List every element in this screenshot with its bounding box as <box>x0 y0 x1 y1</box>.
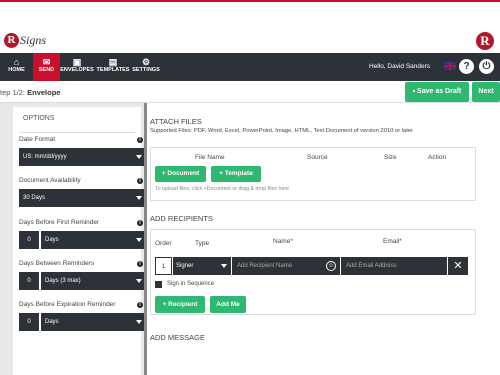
expiration-reminder-label: Days Before Expiration Reminder <box>19 301 116 308</box>
expiration-reminder-unit: Days <box>45 319 59 325</box>
recipient-name-input[interactable]: Add Recipient Name ☺ <box>232 257 340 275</box>
between-reminders-unit: Days (3 max) <box>45 278 81 284</box>
next-button[interactable]: Next <box>472 82 500 102</box>
col-name: Name* <box>273 238 293 245</box>
chevron-down-icon <box>136 238 142 242</box>
type-value: Signer <box>176 263 194 269</box>
col-order: Order <box>155 240 172 247</box>
nav-envelopes[interactable]: ▣ ENVELOPES <box>60 53 94 81</box>
supported-files-text: Supported Files: PDF, Word, Excel, Power… <box>150 128 414 134</box>
doc-availability-label: Document Availability <box>19 177 81 184</box>
chevron-down-icon <box>136 279 142 283</box>
col-size: Size <box>384 154 397 161</box>
logo-text: Signs <box>20 33 47 47</box>
first-reminder-unit: Days <box>45 237 59 243</box>
save-draft-button[interactable]: ▪ Save as Draft <box>405 82 469 102</box>
date-format-select[interactable]: US: mm/dd/yyyy <box>19 148 146 166</box>
order-field[interactable]: 1 <box>155 257 172 275</box>
logo-mark: R <box>4 33 19 48</box>
nav-home-label: HOME <box>8 67 25 73</box>
expiration-reminder-number[interactable]: 0 <box>19 313 39 331</box>
envelopes-icon: ▣ <box>72 57 82 67</box>
main-navbar: ⌂ HOME ✉ SEND ▣ ENVELOPES ▤ TEMPLATES ⚙ … <box>0 53 500 81</box>
required-mark: * <box>399 238 402 245</box>
required-mark: * <box>290 238 293 245</box>
step-header: tep 1/2: Envelope ▪ Save as Draft Next <box>0 81 500 103</box>
add-message-title: ADD MESSAGE <box>150 333 206 342</box>
col-name-label: Name <box>273 238 291 245</box>
recipient-email-placeholder: Add Email Address <box>346 263 397 269</box>
chevron-down-icon <box>136 155 142 159</box>
recipient-name-placeholder: Add Recipient Name <box>237 263 293 269</box>
info-icon[interactable]: i <box>137 137 143 143</box>
col-email-label: Email <box>383 238 400 245</box>
power-icon[interactable]: ⏻ <box>479 59 494 74</box>
first-reminder-label: Days Before First Reminder <box>19 219 100 226</box>
options-divider <box>19 132 135 133</box>
recipient-email-input[interactable]: Add Email Address <box>341 257 447 275</box>
nav-templates[interactable]: ▤ TEMPLATES <box>96 53 130 81</box>
nav-settings-label: SETTINGS <box>132 67 160 73</box>
gear-icon: ⚙ <box>141 57 151 67</box>
upload-hint: To upload files, click +Document or drag… <box>155 186 290 192</box>
col-source: Source <box>307 154 328 161</box>
col-email: Email* <box>383 238 402 245</box>
main-content: ATTACH FILES Supported Files: PDF, Word,… <box>147 103 500 375</box>
between-reminders-unit-select[interactable]: Days (3 max) <box>41 272 146 290</box>
add-me-button[interactable]: Add Me <box>210 296 246 313</box>
add-recipients-title: ADD RECIPIENTS <box>150 214 213 223</box>
col-type: Type <box>195 240 210 247</box>
col-action: Action <box>428 154 447 161</box>
envelope-icon: ✉ <box>42 57 51 67</box>
first-reminder-unit-select[interactable]: Days <box>41 231 146 249</box>
company-logo: R <box>476 32 494 50</box>
brand-bar: R Signs R <box>0 2 500 53</box>
options-panel: OPTIONS Date Format i US: mm/dd/yyyy Doc… <box>13 107 146 375</box>
nav-home[interactable]: ⌂ HOME <box>0 53 33 81</box>
sign-in-sequence-label: Sign in Sequence <box>167 281 215 287</box>
home-icon: ⌂ <box>13 57 20 67</box>
step-name: Envelope <box>27 88 61 97</box>
chevron-down-icon <box>136 196 142 200</box>
add-recipient-button[interactable]: + Recipient <box>155 296 205 313</box>
info-icon[interactable]: i <box>137 178 143 184</box>
attach-files-title: ATTACH FILES <box>150 117 202 126</box>
step-title: tep 1/2: Envelope <box>0 88 60 97</box>
nav-send-label: SEND <box>38 67 55 73</box>
add-template-button[interactable]: + Template <box>211 166 261 182</box>
chevron-down-icon <box>136 320 142 324</box>
info-icon[interactable]: i <box>137 261 143 267</box>
help-icon[interactable]: ? <box>459 59 474 74</box>
step-prefix: tep 1/2: <box>0 88 28 97</box>
contact-icon[interactable]: ☺ <box>326 261 336 271</box>
recipients-card: Order Type Name* Email* 1 Signer Add Rec… <box>150 229 476 315</box>
between-reminders-label: Days Between Reminders <box>19 260 95 267</box>
uk-flag-icon[interactable] <box>444 62 456 70</box>
info-icon[interactable]: i <box>137 220 143 226</box>
add-document-button[interactable]: + Document <box>155 166 206 182</box>
sign-in-sequence-checkbox[interactable] <box>155 281 162 288</box>
options-title: OPTIONS <box>23 115 55 122</box>
templates-icon: ▤ <box>108 57 118 67</box>
user-greeting[interactable]: Hello, David Sanders <box>369 63 430 70</box>
save-draft-label: Save as Draft <box>417 88 462 95</box>
nav-templates-label: TEMPLATES <box>96 67 130 73</box>
nav-send[interactable]: ✉ SEND <box>33 53 60 81</box>
nav-settings[interactable]: ⚙ SETTINGS <box>131 53 161 81</box>
rsign-logo[interactable]: R Signs <box>4 33 46 48</box>
date-format-label: Date Format <box>19 136 56 143</box>
attach-files-card: File Name Source Size Action + Document … <box>150 147 476 201</box>
col-file-name: File Name <box>195 154 225 161</box>
close-icon[interactable]: ✕ <box>448 257 468 275</box>
first-reminder-number[interactable]: 0 <box>19 231 39 249</box>
doc-availability-select[interactable]: 30 Days <box>19 189 146 207</box>
info-icon[interactable]: i <box>137 302 143 308</box>
type-select[interactable]: Signer <box>173 257 231 275</box>
nav-envelopes-label: ENVELOPES <box>60 67 94 73</box>
date-format-value: US: mm/dd/yyyy <box>23 154 67 160</box>
expiration-reminder-unit-select[interactable]: Days <box>41 313 146 331</box>
chevron-down-icon <box>221 264 227 268</box>
between-reminders-number[interactable]: 0 <box>19 272 39 290</box>
doc-availability-value: 30 Days <box>23 195 46 201</box>
